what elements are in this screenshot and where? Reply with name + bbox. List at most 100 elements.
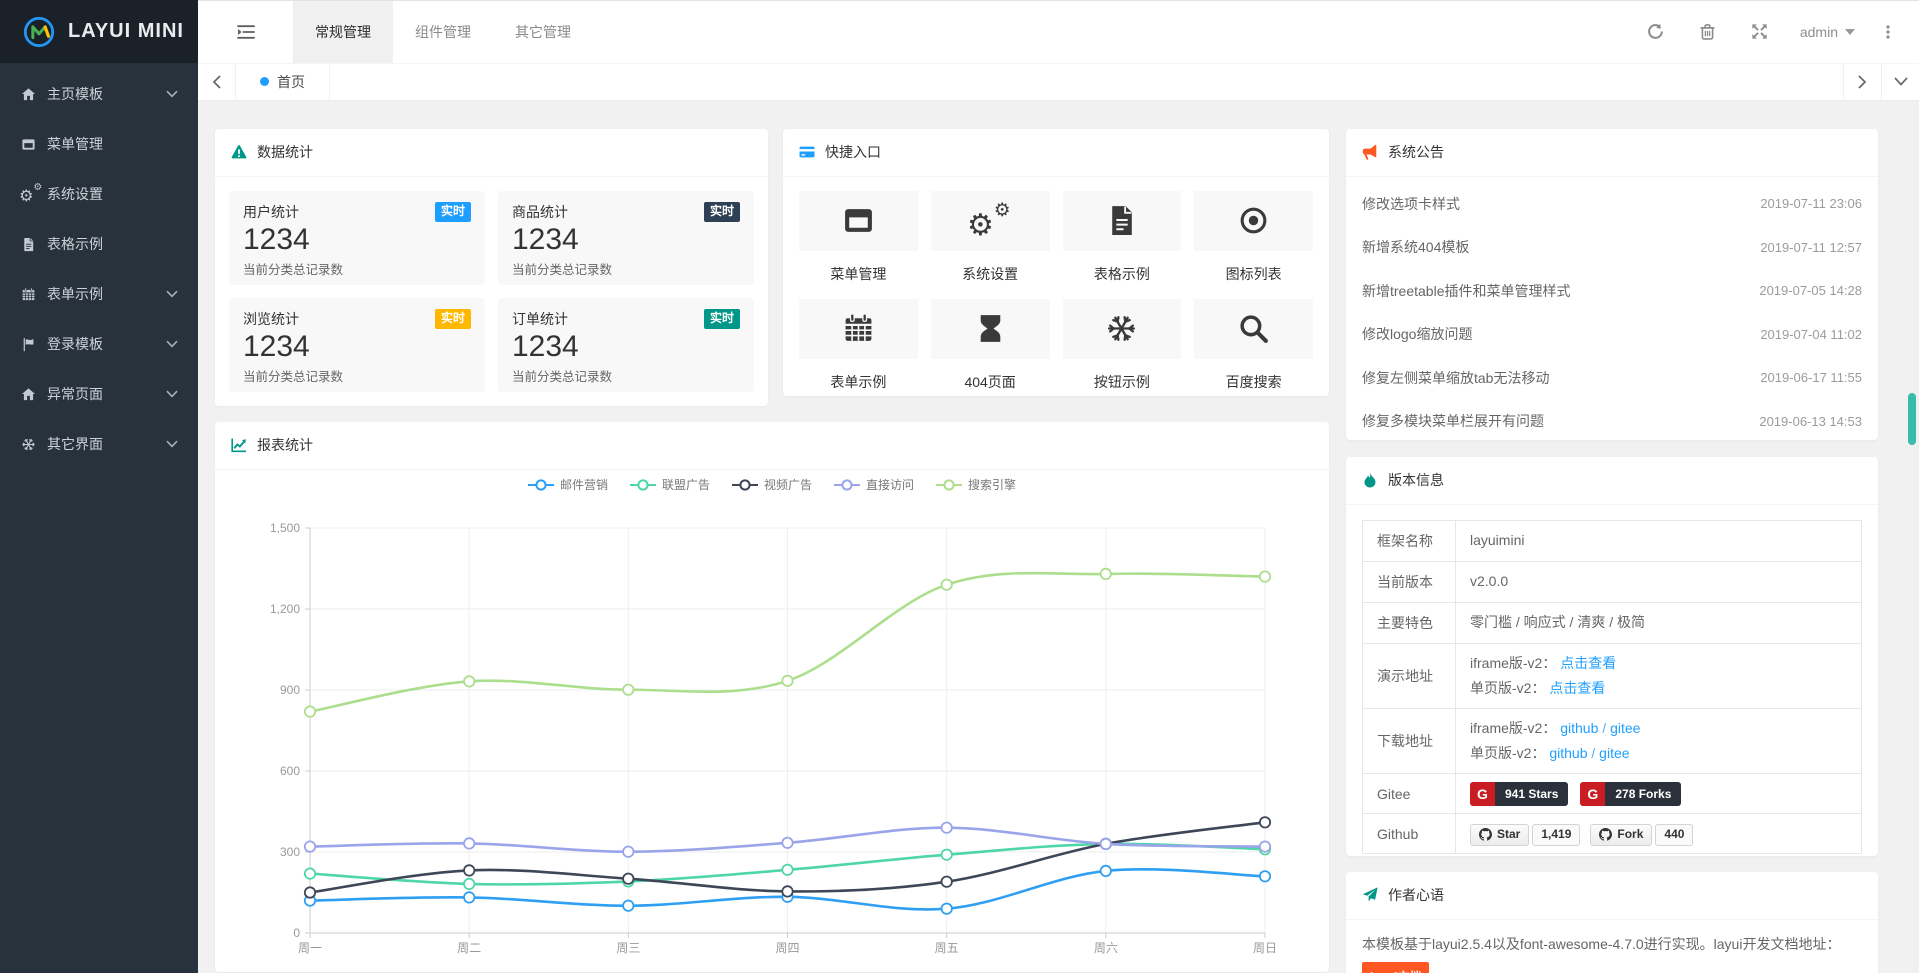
chevron-right-icon	[1858, 75, 1867, 89]
snowflake-icon	[1063, 299, 1182, 359]
quick-entry-icon-list[interactable]: 图标列表	[1194, 191, 1313, 284]
more-actions-button[interactable]	[1869, 24, 1907, 40]
announcement-title: 新增系统404模板	[1362, 237, 1469, 257]
version-row-value: Star1,419 Fork440	[1456, 814, 1862, 854]
layui-doc-badge[interactable]: layui文档	[1362, 962, 1429, 973]
user-menu[interactable]: admin	[1786, 24, 1869, 40]
sidebar-item-label: 其它界面	[47, 434, 103, 454]
announcement-row[interactable]: 修复左侧菜单缩放tab无法移动2019-06-17 11:55	[1362, 356, 1862, 400]
version-link-line: iframe版-v2： 点击查看	[1470, 651, 1847, 676]
link-prefix: iframe版-v2：	[1470, 720, 1560, 736]
refresh-button[interactable]	[1630, 23, 1682, 40]
version-link[interactable]: 点击查看	[1560, 655, 1616, 671]
github-fork-button[interactable]: Fork	[1590, 824, 1652, 846]
quick-entry-menu-management[interactable]: 菜单管理	[799, 191, 918, 284]
topbar-actions: admin	[1630, 1, 1919, 63]
sidebar-item-home-template[interactable]: 主页模板	[0, 69, 198, 119]
sidebar-item-label: 系统设置	[47, 184, 103, 204]
announcement-row[interactable]: 修复多模块菜单栏展开有问题2019-06-13 14:53	[1362, 399, 1862, 440]
warning-triangle-icon	[231, 144, 247, 160]
version-link[interactable]: gitee	[1610, 720, 1640, 736]
version-link[interactable]: github	[1549, 745, 1587, 761]
version-link[interactable]: gitee	[1599, 745, 1629, 761]
announcement-row[interactable]: 新增系统404模板2019-07-11 12:57	[1362, 225, 1862, 269]
sidebar-item-label: 登录模板	[47, 334, 103, 354]
version-link-line: 单页版-v2： 点击查看	[1470, 676, 1847, 701]
quick-entry-form-demo[interactable]: 表单示例	[799, 299, 918, 392]
paper-plane-icon	[1362, 887, 1378, 903]
window-icon	[799, 191, 918, 251]
svg-text:周六: 周六	[1094, 941, 1118, 955]
sidebar-item-other-ui[interactable]: 其它界面	[0, 419, 198, 469]
topbar: 常规管理组件管理其它管理	[198, 1, 1919, 64]
github-star-button[interactable]: Star	[1470, 824, 1529, 846]
link-prefix: iframe版-v2：	[1470, 655, 1560, 671]
quick-entry-label: 百度搜索	[1194, 372, 1313, 392]
link-prefix: 单页版-v2：	[1470, 680, 1549, 696]
gitee-badge[interactable]: G278 Forks	[1580, 782, 1681, 806]
clear-cache-button[interactable]	[1682, 23, 1734, 40]
announcement-date: 2019-06-13 14:53	[1759, 414, 1862, 429]
legend-marker-icon	[834, 479, 860, 491]
realtime-badge: 实时	[704, 202, 740, 222]
module-tab-components[interactable]: 组件管理	[393, 1, 493, 63]
chevron-down-icon	[166, 290, 178, 298]
sidebar-item-form-demo[interactable]: 表单示例	[0, 269, 198, 319]
announcement-row[interactable]: 修改logo缩放问题2019-07-04 11:02	[1362, 312, 1862, 356]
svg-text:1,500: 1,500	[270, 521, 300, 535]
main-area: 常规管理组件管理其它管理	[198, 0, 1919, 973]
stat-card-value: 1234	[512, 223, 740, 258]
panel-title: 版本信息	[1388, 470, 1444, 490]
logo-text: LAYUI MINI	[68, 20, 184, 43]
quick-entry-page-404[interactable]: 404页面	[931, 299, 1050, 392]
tab-bar: 首页	[198, 64, 1919, 101]
version-row-demo: 演示地址iframe版-v2： 点击查看单页版-v2： 点击查看	[1363, 643, 1862, 708]
quick-entry-label: 表格示例	[1063, 264, 1182, 284]
sidebar-item-login-template[interactable]: 登录模板	[0, 319, 198, 369]
gitee-badge[interactable]: G941 Stars	[1470, 782, 1568, 806]
module-tab-other[interactable]: 其它管理	[493, 1, 593, 63]
announcement-row[interactable]: 新增treetable插件和菜单管理样式2019-07-05 14:28	[1362, 269, 1862, 313]
module-tab-general[interactable]: 常规管理	[293, 1, 393, 63]
gitee-badge-label: 941 Stars	[1495, 782, 1568, 806]
logo[interactable]: LAYUI MINI	[0, 0, 198, 63]
stat-card-desc: 当前分类总记录数	[243, 366, 471, 385]
tabs-scroll-left-button[interactable]	[198, 64, 236, 100]
gitee-badge-label: 278 Forks	[1605, 782, 1681, 806]
right-column: 系统公告 修改选项卡样式2019-07-11 23:06新增系统404模板201…	[1346, 129, 1878, 973]
chevron-down-icon	[166, 90, 178, 98]
quick-entry-system-settings[interactable]: ⚙⚙系统设置	[931, 191, 1050, 284]
fullscreen-button[interactable]	[1734, 23, 1786, 40]
menu-collapse-button[interactable]	[198, 1, 293, 63]
sidebar-item-system-settings[interactable]: ⚙⚙系统设置	[0, 169, 198, 219]
announcement-row[interactable]: 修改选项卡样式2019-07-11 23:06	[1362, 182, 1862, 226]
tabs-scroll-right-button[interactable]	[1843, 64, 1881, 100]
quick-entry-baidu-search[interactable]: 百度搜索	[1194, 299, 1313, 392]
legend-item[interactable]: 直接访问	[834, 476, 914, 493]
fire-icon	[1362, 472, 1378, 488]
panel-data-stats-header: 数据统计	[215, 129, 768, 177]
github-fork-count[interactable]: 440	[1655, 824, 1693, 846]
scrollbar-thumb[interactable]	[1908, 393, 1916, 445]
sidebar-item-error-pages[interactable]: 异常页面	[0, 369, 198, 419]
module-tabs: 常规管理组件管理其它管理	[293, 1, 593, 63]
github-star-count[interactable]: 1,419	[1532, 824, 1580, 846]
quick-entry-button-demo[interactable]: 按钮示例	[1063, 299, 1182, 392]
chevron-left-icon	[212, 75, 221, 89]
sidebar-item-table-demo[interactable]: 表格示例	[0, 219, 198, 269]
sidebar-item-menu-management[interactable]: 菜单管理	[0, 119, 198, 169]
quick-entry-table-demo[interactable]: 表格示例	[1063, 191, 1182, 284]
legend-item[interactable]: 邮件营销	[528, 476, 608, 493]
legend-item[interactable]: 搜索引擎	[936, 476, 1016, 493]
legend-label: 视频广告	[764, 476, 812, 493]
version-link[interactable]: github	[1560, 720, 1598, 736]
legend-item[interactable]: 视频广告	[732, 476, 812, 493]
version-link[interactable]: 点击查看	[1549, 680, 1605, 696]
panel-report-chart: 报表统计 邮件营销联盟广告视频广告直接访问搜索引擎 03006009001,20…	[215, 422, 1329, 972]
panel-data-stats: 数据统计 用户统计实时1234当前分类总记录数商品统计实时1234当前分类总记录…	[215, 129, 768, 406]
tabs-menu-button[interactable]	[1881, 64, 1919, 100]
home-icon	[21, 87, 47, 102]
legend-item[interactable]: 联盟广告	[630, 476, 710, 493]
tab-home[interactable]: 首页	[236, 64, 330, 100]
panel-version-header: 版本信息	[1346, 457, 1878, 505]
